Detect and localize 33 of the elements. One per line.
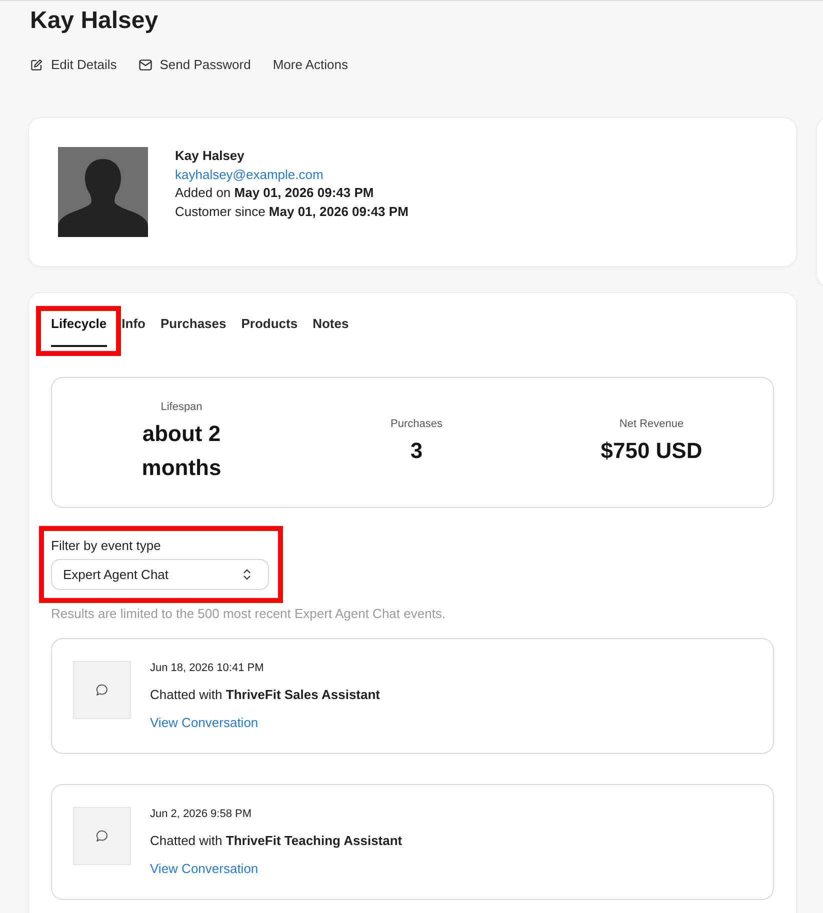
- stat-value: $750 USD: [600, 437, 702, 465]
- event-timestamp: Jun 2, 2026 9:58 PM: [150, 807, 252, 821]
- customer-since-text: Customer since May 01, 2026 09:43 PM: [175, 202, 408, 221]
- event-description: Chatted with ThriveFit Teaching Assistant: [150, 833, 402, 849]
- event-timestamp: Jun 18, 2026 10:41 PM: [150, 661, 264, 675]
- event-type-select[interactable]: Expert Agent Chat: [51, 559, 269, 590]
- added-on-text: Added on May 01, 2026 09:43 PM: [175, 184, 374, 202]
- email-link[interactable]: kayhalsey@example.com: [175, 166, 324, 184]
- customer-name-heading: Kay Halsey: [30, 8, 158, 34]
- view-conversation-link[interactable]: View Conversation: [150, 861, 258, 877]
- chevron-up-down-icon: [243, 569, 251, 580]
- results-limit-note: Results are limited to the 500 most recent Expert Agent Chat events.: [51, 606, 447, 622]
- stat-value: about 2 months: [140, 420, 222, 482]
- tab[interactable]: Lifecycle: [51, 316, 107, 347]
- edit-icon: [30, 59, 43, 71]
- tab[interactable]: Info: [122, 316, 146, 347]
- tab[interactable]: Products: [241, 316, 298, 347]
- profile-name: Kay Halsey: [175, 147, 244, 165]
- tab[interactable]: Purchases: [160, 316, 226, 347]
- view-conversation-link[interactable]: View Conversation: [150, 715, 258, 731]
- filter-label: Filter by event type: [51, 538, 162, 553]
- chat-bubble-icon: [96, 830, 108, 842]
- stat-value: 3: [410, 437, 423, 465]
- chat-bubble-icon: [96, 684, 108, 696]
- stat-label: Net Revenue: [619, 417, 684, 431]
- header-action-button[interactable]: Edit Details: [30, 57, 117, 73]
- envelope-icon: [138, 59, 152, 71]
- event-description: Chatted with ThriveFit Sales Assistant: [150, 687, 380, 703]
- header-action-button[interactable]: Send Password: [138, 57, 251, 73]
- tab[interactable]: Notes: [312, 316, 349, 347]
- stat-label: Purchases: [390, 417, 442, 431]
- stat-label: Lifespan: [160, 400, 202, 414]
- header-action-button[interactable]: More Actions: [272, 57, 348, 73]
